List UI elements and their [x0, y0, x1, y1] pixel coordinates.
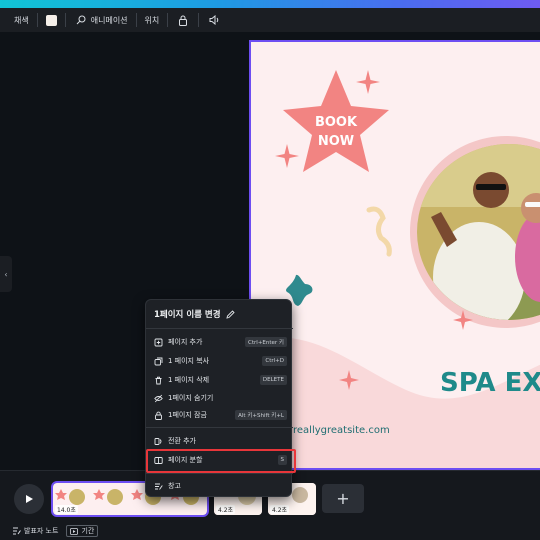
- badge-line1: BOOK: [315, 115, 358, 130]
- sparkle-decoration: [356, 70, 380, 94]
- website-text: reallygreatsite.com: [293, 425, 390, 436]
- editor-app: 채색 애니메이션 위치 ‹ BOOK NOW SPA EX reallygrea…: [0, 0, 540, 540]
- lock-icon: [179, 15, 188, 26]
- slide-artwork: BOOK NOW SPA EX reallygreatsite.com: [251, 70, 540, 468]
- timer-icon: [70, 527, 79, 535]
- headline: SPA EX: [440, 368, 540, 398]
- toolbar-divider: [36, 13, 38, 27]
- split-page-highlight: [146, 449, 296, 473]
- menu-divider: [146, 473, 293, 474]
- page-duration: 14.0초: [55, 505, 78, 514]
- lock-icon: [153, 410, 163, 420]
- menu-divider: [146, 328, 293, 329]
- badge-line2: NOW: [318, 134, 354, 149]
- menu-item-duplicate-page[interactable]: 1 페이지 복사 Ctrl+D: [153, 354, 287, 368]
- page-duration: 4.2초: [270, 505, 290, 514]
- shortcut-badge: Ctrl+D: [262, 356, 287, 366]
- shortcut-badge: Alt 키+Shift 키+L: [235, 410, 287, 420]
- duplicate-icon: [153, 356, 163, 366]
- audio-button[interactable]: [207, 13, 221, 27]
- timer-label: 기간: [81, 527, 95, 535]
- color-swatch-button[interactable]: [45, 8, 57, 32]
- rename-page-item[interactable]: 1페이지 이름 변경: [154, 308, 235, 320]
- toolbar-divider: [167, 13, 169, 27]
- shortcut-badge: DELETE: [259, 375, 287, 385]
- notes-icon: [13, 527, 21, 535]
- menu-item-label: 1 페이지 복사: [168, 357, 210, 365]
- toolbar-divider: [135, 13, 137, 27]
- color-label: 채색: [14, 15, 29, 25]
- menu-item-label: 창고: [168, 482, 181, 490]
- animation-label: 애니메이션: [90, 15, 128, 25]
- speaker-icon: [209, 15, 219, 25]
- header-gradient-strip: [0, 0, 540, 8]
- plus-icon: +: [336, 489, 350, 508]
- menu-item-label: 페이지 추가: [168, 338, 203, 346]
- side-panel-toggle[interactable]: ‹: [0, 256, 12, 292]
- animation-icon: [74, 13, 88, 27]
- play-icon: [26, 495, 33, 503]
- menu-item-add-transition[interactable]: 전환 추가: [153, 434, 287, 448]
- position-label: 위치: [144, 15, 160, 25]
- menu-item-add-page[interactable]: 페이지 추가 Ctrl+Enter 키: [153, 335, 287, 349]
- color-swatch: [45, 14, 57, 26]
- chevron-left-icon: ‹: [4, 269, 8, 279]
- eye-off-icon: [153, 393, 163, 403]
- menu-item-hide-page[interactable]: 1페이지 숨기기: [153, 391, 287, 405]
- add-page-button[interactable]: +: [322, 484, 364, 513]
- page-duration: 4.2초: [216, 505, 236, 514]
- add-page-icon: [153, 337, 163, 347]
- trash-icon: [153, 375, 163, 385]
- notes-label: 발표자 노트: [24, 527, 59, 535]
- menu-title: 1페이지 이름 변경: [154, 310, 221, 320]
- animation-button[interactable]: 애니메이션: [74, 8, 128, 32]
- notes-button[interactable]: 발표자 노트: [12, 526, 58, 536]
- notes-icon: [153, 481, 163, 491]
- menu-item-delete-page[interactable]: 1 페이지 삭제 DELETE: [153, 373, 287, 387]
- toolbar: 채색 애니메이션 위치: [0, 8, 540, 32]
- play-button[interactable]: [14, 484, 44, 514]
- lock-button[interactable]: [176, 13, 190, 27]
- toolbar-divider: [64, 13, 66, 27]
- sparkle-decoration: [275, 144, 299, 168]
- menu-item-label: 1페이지 잠금: [168, 411, 207, 419]
- squiggle-decoration: [366, 206, 392, 257]
- timer-button[interactable]: 기간: [66, 525, 99, 537]
- slide-canvas[interactable]: BOOK NOW SPA EX reallygreatsite.com: [249, 40, 540, 470]
- transition-icon: [153, 436, 163, 446]
- menu-item-notes[interactable]: 창고: [153, 479, 287, 493]
- menu-item-label: 1페이지 숨기기: [168, 394, 214, 402]
- shortcut-badge: Ctrl+Enter 키: [245, 337, 287, 347]
- menu-item-lock-page[interactable]: 1페이지 잠금 Alt 키+Shift 키+L: [153, 408, 287, 422]
- color-button[interactable]: 채색: [14, 8, 29, 32]
- toolbar-divider: [198, 13, 200, 27]
- menu-divider: [146, 427, 293, 428]
- photo-circle: [417, 144, 540, 320]
- position-button[interactable]: 위치: [145, 8, 160, 32]
- menu-item-label: 1 페이지 삭제: [168, 376, 210, 384]
- status-bar: 발표자 노트 기간: [12, 524, 106, 538]
- pencil-icon: [225, 309, 235, 319]
- menu-item-label: 전환 추가: [168, 437, 196, 445]
